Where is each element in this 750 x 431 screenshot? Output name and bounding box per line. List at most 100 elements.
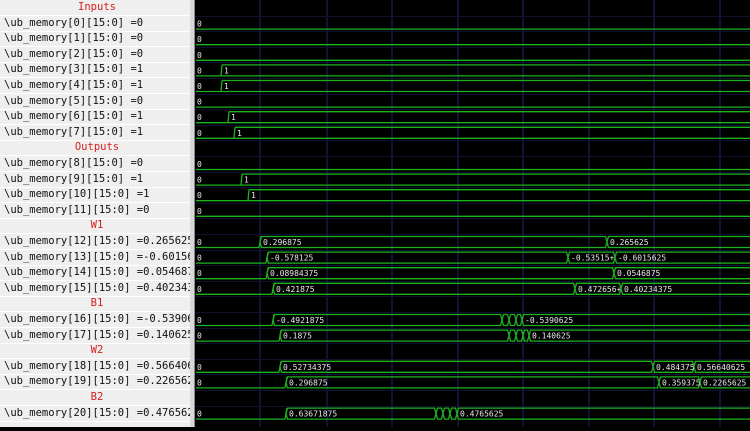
trace-edge [220,64,223,76]
segment-value: 0.421875 [276,285,315,294]
signal-value: =-0.6015625 [136,250,190,263]
signal-row[interactable]: \ub_memory[5][15:0] =0 [0,94,190,110]
group-header[interactable]: B2 [0,390,190,406]
signal-row[interactable]: \ub_memory[6][15:0] =1 [0,109,190,126]
signal-row[interactable]: \ub_memory[13][15:0] =-0.6015625 [0,250,190,266]
trace-edge [240,174,243,186]
segment-value: 0 [197,82,202,91]
signal-value: =1 [130,172,144,185]
waveform-trace[interactable]: 0 [196,20,750,30]
bus-segment [285,376,660,389]
signal-row[interactable]: \ub_memory[10][15:0] =1 [0,187,190,204]
bus-segment [515,313,523,327]
group-header[interactable]: W2 [0,343,190,360]
signal-name: \ub_memory[4][15:0] [4,79,131,91]
bus-segment [508,329,517,342]
waveform-trace[interactable]: 0 [196,160,750,171]
signal-row[interactable]: \ub_memory[0][15:0] =0 [0,16,190,32]
signal-row[interactable]: \ub_memory[15][15:0] =0.40234375 [0,281,190,297]
segment-value: 0 [197,160,202,169]
bus-segment [279,360,654,373]
segment-value: 0.296875 [263,238,302,247]
signal-value: =0.0546875 [136,266,190,279]
group-header-label: Outputs [74,141,120,154]
signal-value: =1 [130,125,144,138]
bus-segment [508,313,517,327]
segment-value: -0.53515+ [571,254,615,263]
signal-row[interactable]: \ub_memory[12][15:0] =0.265625 [0,234,190,250]
waveform-trace[interactable]: 0 0.52734375 0.484375 0.56640625 [196,360,750,373]
signal-row[interactable]: \ub_memory[7][15:0] =1 [0,125,190,141]
trace-edge [233,127,236,139]
waveform-trace[interactable]: 0 [196,51,750,61]
signal-row[interactable]: \ub_memory[9][15:0] =1 [0,172,190,188]
segment-value: 0.472656+ [578,285,622,294]
waveform-trace[interactable]: 0 0.296875 0.359375 0.2265625 [196,376,750,389]
segment-value: 0 [197,35,202,44]
group-header[interactable]: Outputs [0,140,190,157]
signal-row[interactable]: \ub_memory[18][15:0] =0.56640625 [0,359,190,375]
signal-row[interactable]: \ub_memory[2][15:0] =0 [0,47,190,63]
signal-row[interactable]: \ub_memory[11][15:0] =0 [0,203,190,219]
signal-name: \ub_memory[13][15:0] [4,250,137,263]
waveform-trace[interactable]: 0 [196,98,750,108]
waveform-trace[interactable]: 0 0.421875 0.472656+ 0.40234375 [196,282,750,295]
segment-value: 0 [197,254,202,263]
signal-row[interactable]: \ub_memory[20][15:0] =0.4765625 [0,406,190,422]
group-header-label: W2 [90,344,104,357]
waveform-trace[interactable]: 0 0.1875 0.140625 [196,329,750,342]
segment-value: 1 [224,66,229,75]
signal-value: =0 [130,157,144,169]
waveform-trace[interactable]: 0 [196,35,750,46]
signal-row[interactable]: \ub_memory[17][15:0] =0.140625 [0,328,190,344]
waveform-trace[interactable]: 0 [196,207,750,217]
signal-row[interactable]: \ub_memory[19][15:0] =0.2265625 [0,374,190,391]
waveform-canvas[interactable]: 0000 10 100 10 100 10 100 0.296875 0.2656250 -0.5… [195,0,750,427]
segment-value: 0 [197,378,202,387]
signal-value: =0.40234375 [136,281,190,294]
segment-value: 1 [224,82,229,91]
signal-row[interactable]: \ub_memory[14][15:0] =0.0546875 [0,265,190,282]
segment-value: 0 [197,285,202,294]
waveform-trace[interactable]: 01 [196,79,750,93]
signal-value: =0 [130,16,144,29]
waveform-trace[interactable]: 01 [196,126,750,139]
group-header[interactable]: B1 [0,296,190,313]
waveform-trace[interactable]: 0 -0.4921875 -0.5390625 [196,313,750,327]
signal-name: \ub_memory[15][15:0] [4,281,137,294]
signal-row[interactable]: \ub_memory[3][15:0] =1 [0,62,190,79]
group-header[interactable]: Inputs [0,0,190,16]
waveform-trace[interactable]: 0 0.08984375 0.0546875 [196,267,750,280]
group-header-label: B2 [90,391,104,403]
segment-value: 0.140625 [532,332,571,341]
segment-value: 0 [197,269,202,278]
group-header[interactable]: W1 [0,218,190,235]
bus-segment [442,407,451,420]
signal-name: \ub_memory[7][15:0] [4,125,131,138]
segment-value: 1 [231,113,236,122]
segment-value: 0.2265625 [703,378,747,387]
segment-value: 0 [197,316,202,325]
waveform-trace[interactable]: 0 0.63671875 0.4765625 [196,407,750,420]
bus-segment [259,235,608,249]
waveform-panel[interactable]: 0 0 0 0 1 0 1 0 0 1 0 1 0 0 1 0 1 0 0 0.296875 0.265625 0 -0.5… [195,0,750,427]
waveform-trace[interactable]: 0 -0.578125 -0.53515+ -0.6015625 [196,251,750,264]
waveform-trace[interactable]: 01 [196,173,750,186]
signal-value: =0 [130,47,144,60]
signal-name: \ub_memory[0][15:0] [4,16,131,29]
segment-value: 0 [197,20,202,29]
segment-value: 0.40234375 [624,285,672,294]
segment-value: 0 [197,176,202,185]
segment-value: 0 [197,113,202,122]
waveform-trace[interactable]: 0 0.296875 0.265625 [196,235,750,249]
signal-row[interactable]: \ub_memory[4][15:0] =1 [0,78,190,94]
trace-edge [220,80,223,92]
waveform-trace[interactable]: 01 [196,111,750,124]
signal-row[interactable]: \ub_memory[8][15:0] =0 [0,156,190,172]
segment-value: 0.4765625 [460,410,504,419]
waveform-trace[interactable]: 01 [196,189,750,202]
segment-value: -0.4921875 [276,316,324,325]
signal-row[interactable]: \ub_memory[16][15:0] =-0.5390625 [0,312,190,328]
waveform-trace[interactable]: 01 [196,64,750,77]
signal-row[interactable]: \ub_memory[1][15:0] =0 [0,31,190,48]
